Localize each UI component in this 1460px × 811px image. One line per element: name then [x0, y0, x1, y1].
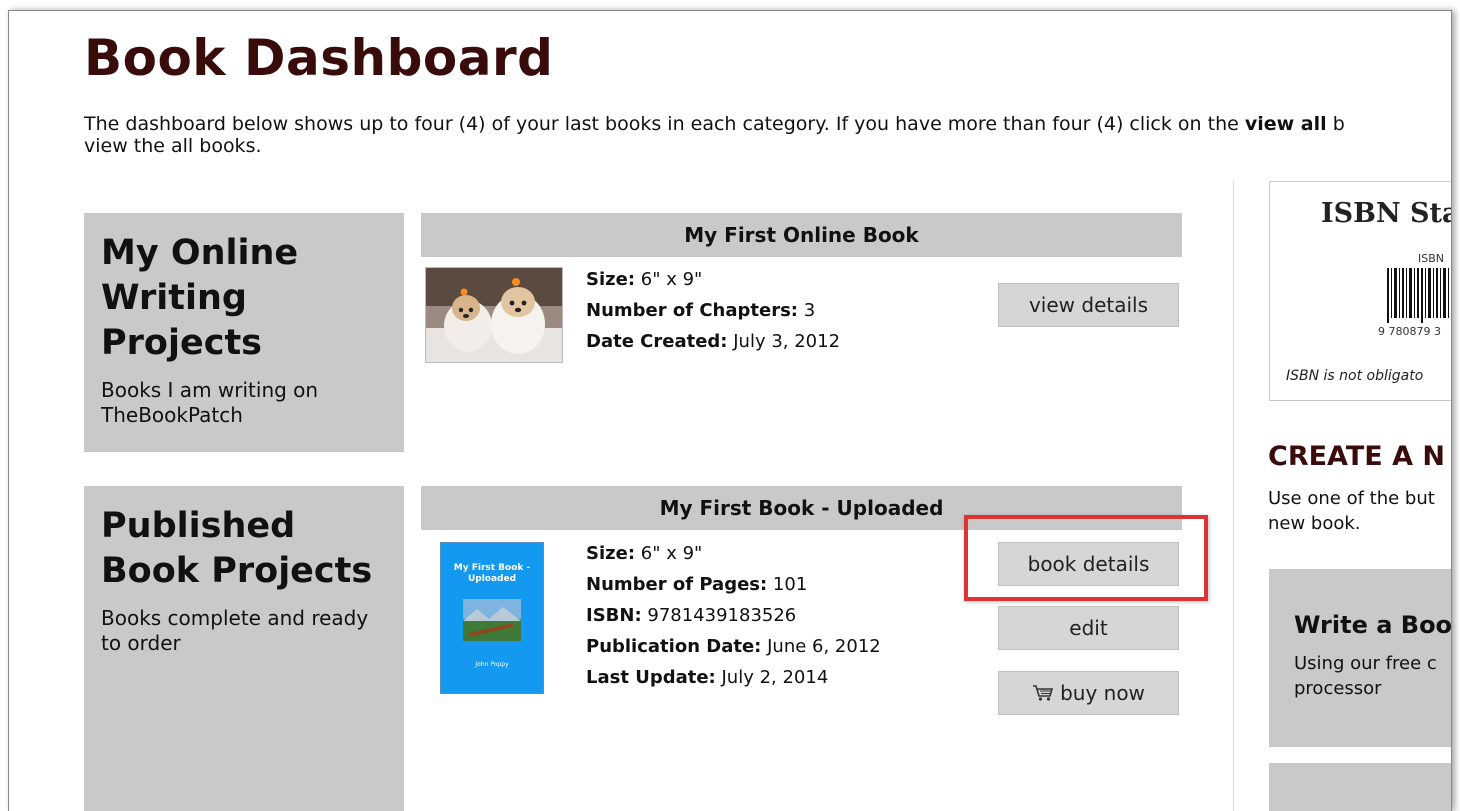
- buy-now-label: buy now: [1060, 681, 1145, 705]
- published-projects-subtitle: Books complete and ready to order: [101, 606, 369, 655]
- online-projects-subtitle: Books I am writing on TheBookPatch: [101, 378, 319, 427]
- created-label: Date Created:: [586, 331, 728, 352]
- online-book-thumbnail[interactable]: [425, 267, 563, 363]
- published-book-info: Size: 6" x 9" Number of Pages: 101 ISBN:…: [586, 538, 881, 693]
- view-all-bold: view all: [1244, 113, 1327, 135]
- barcode-image: [1387, 268, 1449, 323]
- cover-author: John Poppy: [475, 661, 509, 668]
- intro-text-line2: view the all books.: [84, 135, 262, 157]
- isbn-label: ISBN:: [586, 605, 642, 626]
- update-value: July 2, 2014: [715, 667, 829, 688]
- intro-text-end: b: [1326, 113, 1345, 135]
- published-book-isbn: ISBN: 9781439183526: [586, 600, 881, 631]
- write-desc-line1: Using our free c: [1294, 653, 1437, 674]
- published-projects-panel: Published Book Projects Books complete a…: [84, 486, 404, 811]
- pages-label: Number of Pages:: [586, 574, 768, 595]
- size-label: Size:: [586, 269, 636, 290]
- page-title: Book Dashboard: [84, 29, 554, 87]
- online-book-size: Size: 6" x 9": [586, 264, 840, 295]
- isbn-panel-title: ISBN Sta: [1321, 198, 1452, 229]
- create-new-description: Use one of the but new book.: [1268, 488, 1435, 534]
- pubdate-label: Publication Date:: [586, 636, 762, 657]
- size-value: 6" x 9": [635, 543, 703, 564]
- online-book-chapters: Number of Chapters: 3: [586, 295, 840, 326]
- published-book-pubdate: Publication Date: June 6, 2012: [586, 631, 881, 662]
- online-projects-panel: My Online Writing Projects Books I am wr…: [84, 213, 404, 452]
- dashboard-page: Book Dashboard The dashboard below shows…: [8, 10, 1452, 811]
- online-book-title: My First Online Book: [684, 223, 919, 247]
- write-desc-line2: processor: [1294, 678, 1382, 699]
- isbn-barcode-label: ISBN: [1418, 252, 1445, 265]
- intro-text: The dashboard below shows up to four (4)…: [84, 113, 1451, 157]
- online-book-title-bar: My First Online Book: [421, 213, 1182, 257]
- create-new-title: CREATE A N: [1268, 441, 1446, 472]
- created-value: July 3, 2012: [727, 331, 841, 352]
- published-projects-title: Published Book Projects: [101, 506, 373, 591]
- intro-text-start: The dashboard below shows up to four (4)…: [84, 113, 1245, 135]
- online-book-created: Date Created: July 3, 2012: [586, 326, 840, 357]
- write-a-book-card[interactable]: Write a Boo Using our free c processor: [1269, 569, 1452, 747]
- published-book-title: My First Book - Uploaded: [659, 496, 944, 520]
- chapters-value: 3: [798, 300, 816, 321]
- size-label: Size:: [586, 543, 636, 564]
- second-create-card[interactable]: [1269, 763, 1451, 811]
- view-details-button[interactable]: view details: [998, 283, 1179, 327]
- buy-now-button[interactable]: buy now: [998, 671, 1179, 715]
- isbn-value: 9781439183526: [641, 605, 797, 626]
- published-book-cover[interactable]: My First Book - Uploaded John Poppy: [440, 542, 544, 694]
- pages-value: 101: [767, 574, 808, 595]
- isbn-barcode-number: 9 780879 3: [1378, 325, 1441, 338]
- cover-landscape-image: [463, 599, 521, 641]
- column-divider: [1233, 181, 1234, 811]
- update-label: Last Update:: [586, 667, 716, 688]
- published-book-size: Size: 6" x 9": [586, 538, 881, 569]
- published-book-update: Last Update: July 2, 2014: [586, 662, 881, 693]
- shopping-cart-icon: [1033, 685, 1054, 701]
- write-a-book-title: Write a Boo: [1294, 611, 1452, 639]
- edit-button[interactable]: edit: [998, 606, 1179, 650]
- published-book-pages: Number of Pages: 101: [586, 569, 881, 600]
- isbn-store-panel[interactable]: ISBN Sta ISBN 9 780879 3 ISBN is not obl…: [1269, 181, 1452, 401]
- chapters-label: Number of Chapters:: [586, 300, 798, 321]
- write-a-book-description: Using our free c processor: [1294, 651, 1437, 701]
- online-book-info: Size: 6" x 9" Number of Chapters: 3 Date…: [586, 264, 840, 357]
- highlight-box: [964, 515, 1208, 601]
- dog-photo-image: [426, 268, 562, 362]
- size-value: 6" x 9": [635, 269, 703, 290]
- pubdate-value: June 6, 2012: [761, 636, 881, 657]
- cover-title: My First Book - Uploaded: [453, 563, 531, 584]
- isbn-note: ISBN is not obligato: [1286, 368, 1424, 384]
- online-projects-title: My Online Writing Projects: [101, 233, 299, 363]
